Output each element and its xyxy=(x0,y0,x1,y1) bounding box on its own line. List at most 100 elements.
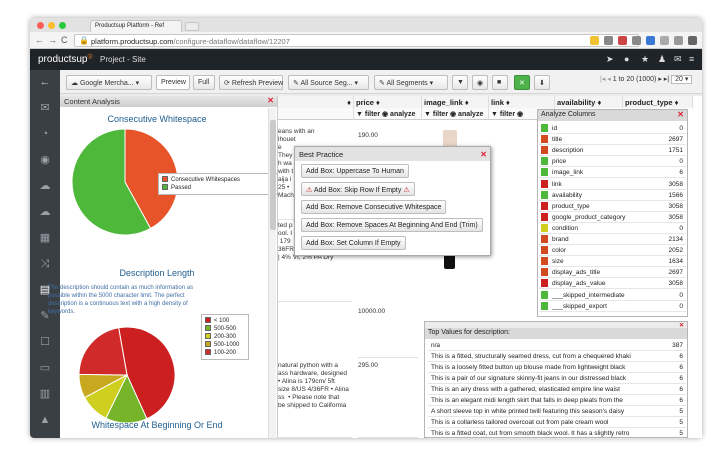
close-window-button[interactable] xyxy=(37,22,44,29)
reload-icon[interactable]: C xyxy=(61,35,68,45)
add-box-uppercase-button[interactable]: Add Box: Uppercase To Human xyxy=(301,164,409,178)
top-value-row[interactable]: This is a collarless tailored overcoat c… xyxy=(428,417,686,428)
extension-icon[interactable] xyxy=(604,36,613,45)
column-header-product-type[interactable]: product_type ♦ xyxy=(623,96,693,108)
download-button[interactable]: ⬇ xyxy=(534,75,550,90)
first-page-icon[interactable]: |◂ xyxy=(600,76,605,83)
extension-icon[interactable] xyxy=(646,36,655,45)
star-icon[interactable]: ★ xyxy=(641,54,649,65)
analyze-column-row[interactable]: product_type 3058 xyxy=(539,201,686,212)
shuffle-icon[interactable]: ⤨ xyxy=(39,258,51,270)
analyze-column-row[interactable]: image_link 6 xyxy=(539,167,686,179)
add-box-consecutive-whitespace-button[interactable]: Add Box: Remove Consecutive Whitespace xyxy=(301,200,447,214)
expand-button[interactable]: ✕ xyxy=(514,75,530,90)
top-value-row[interactable]: A short sleeve top in white printed twil… xyxy=(428,406,686,417)
camera-button[interactable]: ■ xyxy=(492,75,508,90)
column-header-link[interactable]: link ♦ xyxy=(489,96,555,108)
menu-icon[interactable]: ≡ xyxy=(689,54,694,64)
column-header-availability[interactable]: availability ♦ xyxy=(555,96,623,108)
analyze-column-row[interactable]: condition 0 xyxy=(539,223,686,234)
forward-icon[interactable]: → xyxy=(48,35,57,45)
analyze-column-row[interactable]: display_ads_value 3058 xyxy=(539,278,686,290)
preview-button[interactable]: Preview xyxy=(156,75,190,90)
rules-icon[interactable]: ☐ xyxy=(39,336,51,348)
close-icon[interactable]: ✕ xyxy=(677,110,684,119)
analyze-column-row[interactable]: google_product_category 3058 xyxy=(539,212,686,223)
channel-select[interactable]: ☁ Google Mercha... ▾ xyxy=(66,75,152,90)
inbox-icon[interactable]: ✉ xyxy=(39,102,51,114)
add-box-skip-row-button[interactable]: ⚠ Add Box: Skip Row If Empty ⚠ xyxy=(301,182,415,196)
extension-icon[interactable] xyxy=(632,36,641,45)
monitor-icon[interactable]: ◉ xyxy=(39,154,51,166)
top-value-row[interactable]: This is a fitted, structurally seamed dr… xyxy=(428,351,686,362)
add-box-trim-button[interactable]: Add Box: Remove Spaces At Beginning And … xyxy=(301,218,483,232)
status-swatch xyxy=(541,235,548,243)
filter-button[interactable]: ▼ xyxy=(452,75,468,90)
analyze-column-row[interactable]: brand 2134 xyxy=(539,234,686,245)
maximize-window-button[interactable] xyxy=(59,22,66,29)
analyze-column-row[interactable]: availability 1566 xyxy=(539,190,686,201)
structure-icon[interactable]: ▦ xyxy=(39,232,51,244)
cloud-upload-icon[interactable]: ☁ xyxy=(39,206,51,218)
top-value-row[interactable]: This is a pair of our signature skinny-f… xyxy=(428,373,686,384)
extension-icon[interactable] xyxy=(618,36,627,45)
user-icon[interactable]: ♟ xyxy=(658,54,666,65)
analyze-column-row[interactable]: title 2697 xyxy=(539,134,686,146)
info-icon[interactable]: ● xyxy=(624,54,629,64)
scrollbar-thumb[interactable] xyxy=(270,120,276,230)
browser-tab[interactable]: Productsup Platform - Ref xyxy=(90,20,182,32)
top-value-row[interactable]: This is a fitted coat, cut from smooth b… xyxy=(428,428,686,439)
analyze-column-row[interactable]: color 2052 xyxy=(539,245,686,257)
back-arrow-icon[interactable]: ← xyxy=(39,76,51,88)
close-icon[interactable]: ✕ xyxy=(679,322,684,329)
segments-select[interactable]: ✎ All Segments ▾ xyxy=(374,75,448,90)
top-value-row[interactable]: n/a 387 xyxy=(428,340,686,351)
eye-button[interactable]: ◉ xyxy=(472,75,488,90)
extension-icon[interactable] xyxy=(674,36,683,45)
column-header-description[interactable]: ♦ xyxy=(278,96,354,108)
productsup-logo[interactable]: productsup® xyxy=(38,54,93,65)
extension-icon[interactable] xyxy=(660,36,669,45)
url-field[interactable]: 🔒 platform.productsup.com/configure-dataf… xyxy=(74,34,639,47)
prev-page-icon[interactable]: ◂ xyxy=(607,76,611,83)
analyze-column-row[interactable]: ___skipped_intermediate 0 xyxy=(539,290,686,301)
refresh-preview-button[interactable]: ⟳ Refresh Preview xyxy=(219,75,283,90)
close-icon[interactable]: ✕ xyxy=(267,96,274,105)
filter-row-image-link[interactable]: ▼ filter ◉ analyze xyxy=(422,108,489,120)
minimize-window-button[interactable] xyxy=(48,22,55,29)
analyze-column-row[interactable]: price 0 xyxy=(539,156,686,168)
analyze-column-row[interactable]: display_ads_title 2697 xyxy=(539,267,686,279)
new-tab-button[interactable] xyxy=(185,22,199,31)
analyze-column-row[interactable]: ___skipped_export 0 xyxy=(539,301,686,312)
legend-item: 500-1000 xyxy=(205,341,245,349)
top-values-handle[interactable]: ✕ xyxy=(425,322,687,329)
alert-icon[interactable]: ▲ xyxy=(39,414,51,426)
top-value-row[interactable]: This is an elegant midi length skirt tha… xyxy=(428,395,686,406)
mail-icon[interactable]: ✉ xyxy=(674,54,682,65)
location-icon[interactable]: ➤ xyxy=(606,54,614,65)
column-header-price[interactable]: price ♦ xyxy=(354,96,422,108)
analyze-column-row[interactable]: description 1751 xyxy=(539,145,686,157)
cloud-download-icon[interactable]: ☁ xyxy=(39,180,51,192)
top-value-row[interactable]: This is a loosely fitted button up blous… xyxy=(428,362,686,373)
top-value-row[interactable]: This is an airy dress with a gathered, e… xyxy=(428,384,686,395)
close-icon[interactable]: ✕ xyxy=(480,150,487,159)
last-page-icon[interactable]: ▸| xyxy=(664,76,669,83)
back-icon[interactable]: ← xyxy=(35,35,44,45)
column-header-image-link[interactable]: image_link ♦ xyxy=(422,96,489,108)
add-box-set-column-button[interactable]: Add Box: Set Column If Empty xyxy=(301,236,406,250)
analyze-column-row[interactable]: id 0 xyxy=(539,123,686,134)
content-analysis-scrollbar[interactable] xyxy=(268,108,276,438)
dashboard-icon[interactable]: ◔ xyxy=(39,128,51,140)
filter-row-price[interactable]: ▼ filter ◉ analyze xyxy=(354,108,422,120)
source-segment-select[interactable]: ✎ All Source Seg... ▾ xyxy=(288,75,369,90)
bar-chart-icon[interactable]: ▥ xyxy=(39,388,51,400)
bookmark-star-icon[interactable] xyxy=(590,36,599,45)
analyze-column-row[interactable]: link 3058 xyxy=(539,179,686,190)
next-page-icon[interactable]: ▸ xyxy=(658,76,662,83)
money-icon[interactable]: ▭ xyxy=(39,362,51,374)
full-button[interactable]: Full xyxy=(193,75,215,90)
menu-icon[interactable] xyxy=(688,36,697,45)
per-page-select[interactable]: 20 ▾ xyxy=(671,75,693,84)
analyze-column-row[interactable]: size 1634 xyxy=(539,256,686,268)
